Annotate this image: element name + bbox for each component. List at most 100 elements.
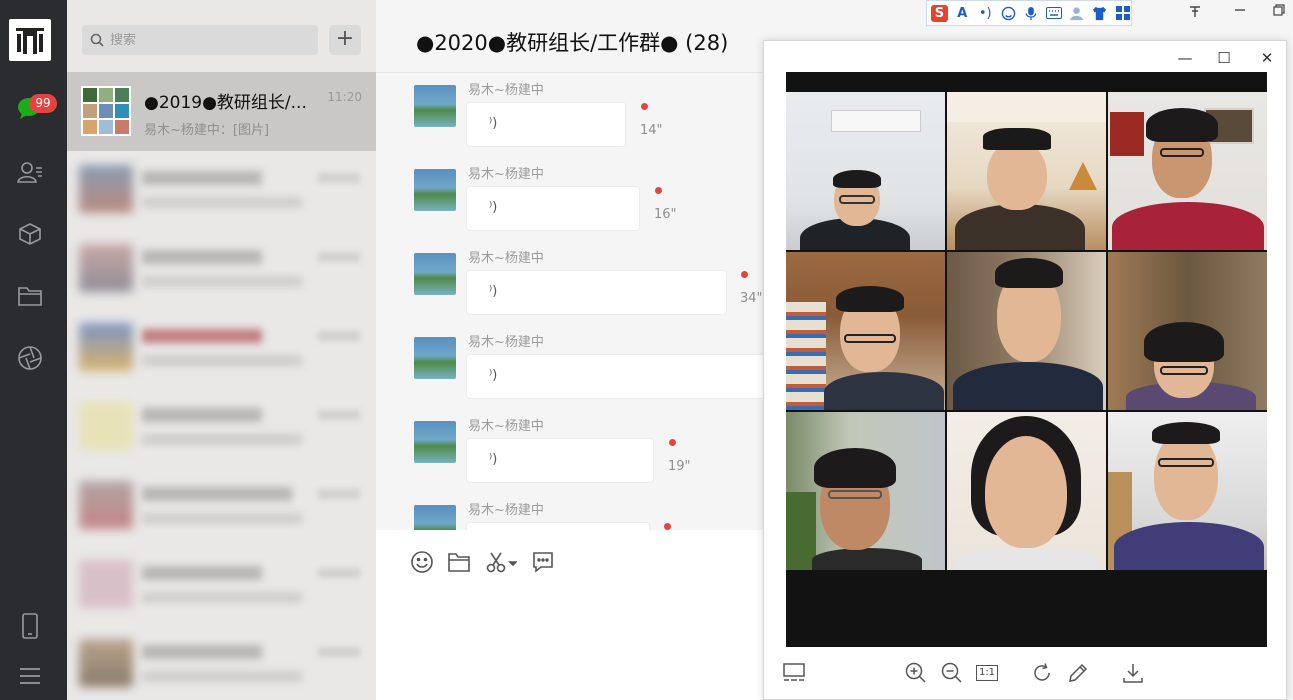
list-item[interactable] (67, 467, 376, 546)
unplayed-dot (641, 103, 648, 110)
chat-history-icon[interactable] (530, 549, 556, 575)
voice-bubble[interactable]: ⁾) (466, 438, 654, 483)
ime-user-icon[interactable] (1068, 5, 1085, 22)
ime-skin-icon[interactable] (1091, 5, 1108, 22)
unread-badge: 99 (29, 94, 57, 113)
unplayed-dot (741, 271, 748, 278)
main-minimize-icon[interactable] (1234, 4, 1246, 20)
message-list[interactable]: 易木~杨建中 ⁾) 14" 易木~杨建中 ⁾) 16" 易木~杨建中 ⁾) 34… (376, 72, 766, 530)
search-box[interactable] (82, 25, 318, 55)
voice-wave-icon: ⁾) (489, 284, 498, 299)
viewer-minimize-button[interactable]: — (1175, 49, 1195, 67)
app-sidebar: 99 (0, 0, 67, 700)
viewer-maximize-button[interactable]: ☐ (1214, 49, 1234, 67)
voice-wave-icon: ⁾) (489, 200, 498, 215)
voice-bubble[interactable]: ⁾) (466, 186, 640, 231)
moments-icon[interactable] (16, 344, 44, 372)
sender-avatar[interactable] (414, 505, 456, 530)
ime-emoji-icon[interactable] (1000, 5, 1017, 22)
ime-toolbox-icon[interactable] (1114, 5, 1131, 22)
voice-bubble[interactable]: ⁾) (466, 102, 626, 147)
list-item[interactable] (67, 546, 376, 625)
conversation-time: 11:20 (327, 90, 362, 104)
sender-avatar[interactable] (414, 169, 456, 211)
voice-duration: 19" (668, 459, 691, 474)
sender-name: 易木~杨建中 (468, 419, 544, 434)
conversation-item-active[interactable]: ●2019●教研组长/... 11:20 易木~杨建中：[图片] (67, 72, 376, 151)
image-viewer-window: — ☐ ✕ 1:1 (763, 40, 1287, 700)
voice-message: 易木~杨建中 ⁾) 34" (376, 241, 766, 325)
thumbnail-view-icon[interactable] (782, 661, 806, 685)
sender-name: 易木~杨建中 (468, 335, 544, 350)
video-call-grid (786, 92, 1267, 572)
folder-icon[interactable] (16, 282, 44, 310)
list-item[interactable] (67, 230, 376, 309)
rotate-icon[interactable] (1030, 661, 1054, 685)
video-tile (786, 412, 945, 570)
ime-keyboard-icon[interactable] (1045, 5, 1062, 22)
download-icon[interactable] (1121, 661, 1145, 685)
voice-wave-icon: ⁾) (489, 368, 498, 383)
main-restore-icon[interactable] (1273, 4, 1285, 20)
chat-panel: ●2020●教研组长/工作群● (28) 易木~杨建中 ⁾) 14" 易木~杨建… (376, 0, 766, 700)
emoji-icon[interactable] (409, 549, 435, 575)
unplayed-dot (655, 187, 662, 194)
voice-wave-icon: ⁾) (489, 116, 498, 131)
voice-bubble[interactable]: ⁾) (466, 522, 650, 530)
voice-bubble[interactable]: ⁾) (466, 354, 766, 399)
ime-font-icon[interactable]: A (954, 5, 971, 22)
sender-avatar[interactable] (414, 253, 456, 295)
ime-microphone-icon[interactable] (1023, 5, 1040, 22)
sender-avatar[interactable] (414, 337, 456, 379)
sender-name: 易木~杨建中 (468, 251, 544, 266)
add-chat-button[interactable]: + (329, 25, 361, 55)
video-tile (1108, 252, 1267, 410)
menu-icon[interactable] (16, 662, 44, 690)
edit-pencil-icon[interactable] (1066, 661, 1090, 685)
search-input[interactable] (110, 32, 300, 48)
list-item[interactable] (67, 309, 376, 388)
ime-punctuation-icon[interactable]: •) (977, 5, 994, 22)
voice-message: 易木~杨建中 ⁾) 19" (376, 409, 766, 493)
avatar-logo-icon (16, 28, 44, 54)
viewer-close-button[interactable]: ✕ (1257, 49, 1277, 67)
ime-toolbar: S A •) (926, 0, 1132, 26)
conversation-name: ●2019●教研组长/... (144, 93, 307, 113)
voice-duration: 14" (640, 123, 663, 138)
message-composer[interactable] (376, 530, 766, 700)
video-tile (786, 92, 945, 250)
video-tile (947, 412, 1106, 570)
image-stage[interactable] (786, 72, 1267, 647)
zoom-out-icon[interactable] (940, 661, 964, 685)
voice-message: 易木~杨建中 ⁾) (376, 493, 766, 530)
pin-icon[interactable] (1188, 4, 1202, 22)
sender-avatar[interactable] (414, 421, 456, 463)
actual-size-label: 1:1 (975, 665, 999, 681)
user-avatar[interactable] (9, 19, 51, 61)
video-tile (786, 252, 945, 410)
video-tile (947, 92, 1106, 250)
voice-bubble[interactable]: ⁾) (466, 270, 727, 315)
voice-message: 易木~杨建中 ⁾) (376, 325, 766, 409)
voice-message: 易木~杨建中 ⁾) 14" (376, 73, 766, 157)
sender-name: 易木~杨建中 (468, 167, 544, 182)
unplayed-dot (664, 523, 671, 530)
ime-logo-icon[interactable]: S (931, 4, 948, 22)
list-item[interactable] (67, 625, 376, 700)
actual-size-button[interactable]: 1:1 (975, 661, 999, 685)
voice-duration: 16" (654, 207, 677, 222)
video-tile (1108, 92, 1267, 250)
unplayed-dot (669, 439, 676, 446)
sender-name: 易木~杨建中 (468, 83, 544, 98)
send-file-icon[interactable] (446, 549, 472, 575)
list-item[interactable] (67, 388, 376, 467)
favorites-box-icon[interactable] (16, 220, 44, 248)
conversation-list: + ●2019●教研组长/... 11:20 易木~杨建中：[图片] (67, 0, 376, 700)
screenshot-scissors-icon[interactable] (484, 549, 518, 575)
chat-title: ●2020●教研组长/工作群● (28) (416, 31, 729, 55)
zoom-in-icon[interactable] (904, 661, 928, 685)
sender-avatar[interactable] (414, 85, 456, 127)
list-item[interactable] (67, 151, 376, 230)
phone-icon[interactable] (16, 612, 44, 640)
contacts-icon[interactable] (16, 158, 44, 186)
